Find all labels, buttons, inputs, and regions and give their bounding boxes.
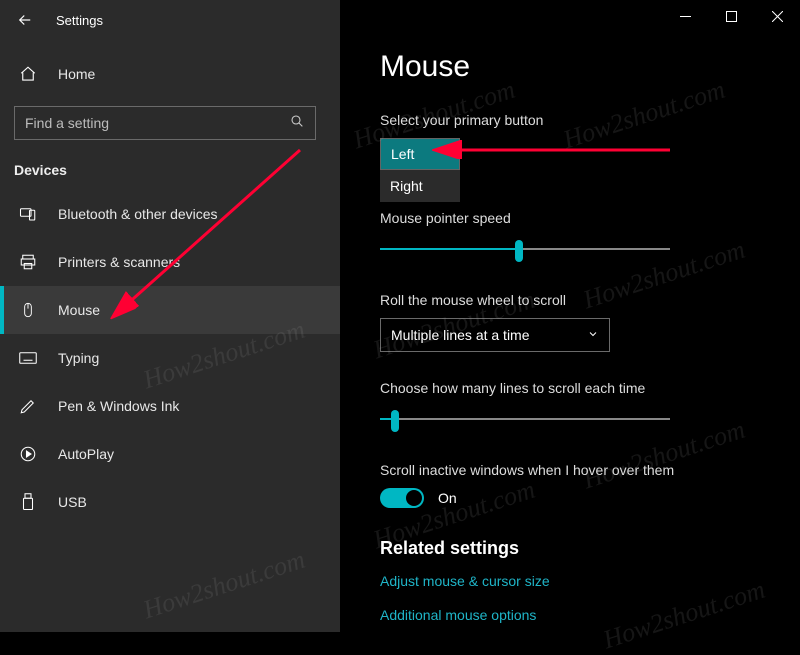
dropdown-value: Multiple lines at a time xyxy=(391,327,530,343)
nav-label: Typing xyxy=(58,350,99,366)
wheel-scroll-dropdown[interactable]: Multiple lines at a time xyxy=(380,318,610,352)
nav-typing[interactable]: Typing xyxy=(0,334,340,382)
autoplay-icon xyxy=(18,445,38,463)
lines-scroll-slider[interactable] xyxy=(380,406,670,434)
pointer-speed-slider[interactable] xyxy=(380,236,670,264)
sidebar: Settings Home Devices Bluetooth & other … xyxy=(0,0,340,632)
usb-icon xyxy=(18,493,38,511)
nav-list: Bluetooth & other devices Printers & sca… xyxy=(0,190,340,526)
nav-label: Pen & Windows Ink xyxy=(58,398,179,414)
link-adjust-cursor[interactable]: Adjust mouse & cursor size xyxy=(380,573,760,589)
toggle-knob xyxy=(406,490,422,506)
home-icon xyxy=(18,65,38,83)
search-input[interactable] xyxy=(25,115,289,131)
main-pane: Mouse Select your primary button Left Ri… xyxy=(340,0,800,632)
inactive-scroll-toggle[interactable] xyxy=(380,488,424,508)
nav-mouse[interactable]: Mouse xyxy=(0,286,340,334)
nav-printers[interactable]: Printers & scanners xyxy=(0,238,340,286)
nav-usb[interactable]: USB xyxy=(0,478,340,526)
lines-scroll-label: Choose how many lines to scroll each tim… xyxy=(380,380,760,396)
slider-thumb[interactable] xyxy=(515,240,523,262)
nav-autoplay[interactable]: AutoPlay xyxy=(0,430,340,478)
home-label: Home xyxy=(58,66,95,82)
chevron-down-icon xyxy=(587,327,599,343)
inactive-scroll-label: Scroll inactive windows when I hover ove… xyxy=(380,462,760,478)
devices-icon xyxy=(18,205,38,223)
nav-label: Bluetooth & other devices xyxy=(58,206,218,222)
link-additional-mouse[interactable]: Additional mouse options xyxy=(380,607,760,623)
slider-track xyxy=(380,418,670,420)
printer-icon xyxy=(18,253,38,271)
dropdown-option-left[interactable]: Left xyxy=(380,138,460,170)
pointer-speed-label: Mouse pointer speed xyxy=(380,210,760,226)
pen-icon xyxy=(18,397,38,415)
nav-bluetooth[interactable]: Bluetooth & other devices xyxy=(0,190,340,238)
nav-label: USB xyxy=(58,494,87,510)
primary-button-dropdown[interactable]: Left Right xyxy=(380,138,460,202)
nav-label: Printers & scanners xyxy=(58,254,180,270)
nav-pen[interactable]: Pen & Windows Ink xyxy=(0,382,340,430)
wheel-scroll-label: Roll the mouse wheel to scroll xyxy=(380,292,760,308)
window-controls xyxy=(662,0,800,32)
category-heading: Devices xyxy=(14,162,340,178)
nav-home[interactable]: Home xyxy=(0,54,340,94)
slider-fill xyxy=(380,248,519,250)
nav-label: AutoPlay xyxy=(58,446,114,462)
primary-button-label: Select your primary button xyxy=(380,112,760,128)
keyboard-icon xyxy=(18,351,38,365)
search-icon xyxy=(289,113,305,134)
search-box[interactable] xyxy=(14,106,316,140)
nav-label: Mouse xyxy=(58,302,100,318)
page-title: Mouse xyxy=(380,50,760,84)
close-button[interactable] xyxy=(754,0,800,32)
dropdown-option-right[interactable]: Right xyxy=(380,170,460,202)
back-button[interactable] xyxy=(16,11,34,29)
app-title: Settings xyxy=(56,13,103,28)
title-bar: Settings xyxy=(0,0,340,40)
maximize-button[interactable] xyxy=(708,0,754,32)
toggle-state-label: On xyxy=(438,490,457,506)
related-settings-heading: Related settings xyxy=(380,538,760,559)
minimize-button[interactable] xyxy=(662,0,708,32)
slider-thumb[interactable] xyxy=(391,410,399,432)
mouse-icon xyxy=(18,301,38,319)
